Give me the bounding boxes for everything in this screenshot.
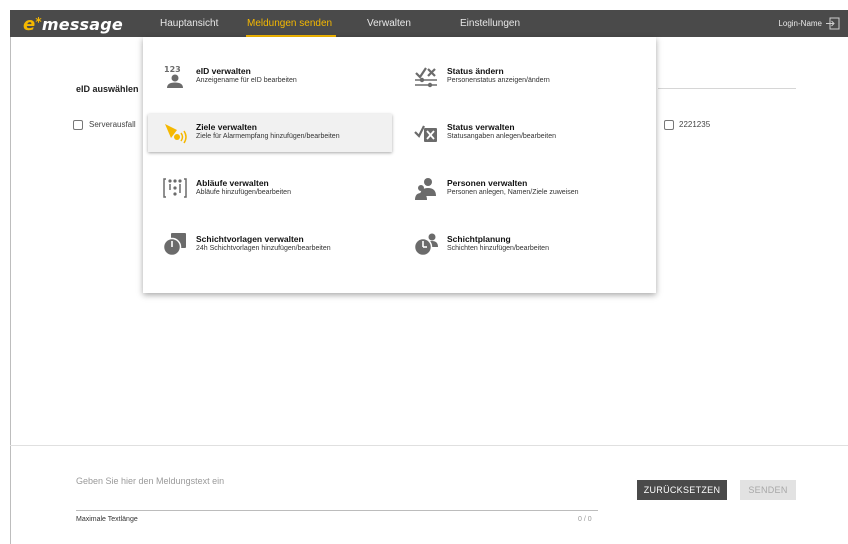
nav-einstellungen[interactable]: Einstellungen — [460, 18, 520, 29]
character-counter: 0 / 0 — [578, 516, 592, 523]
menu-item-title: Abläufe verwalten — [196, 178, 269, 188]
svg-text:123: 123 — [164, 65, 181, 74]
targets-icon — [165, 124, 187, 144]
send-button[interactable]: SENDEN — [740, 480, 796, 500]
compose-divider — [10, 445, 848, 446]
max-length-label: Maximale Textlänge — [76, 516, 138, 523]
nav-meldungen-senden[interactable]: Meldungen senden — [247, 18, 332, 29]
menu-item-subtitle: Anzeigename für eID bearbeiten — [196, 77, 297, 84]
emessage-logo[interactable]: e*message — [23, 14, 123, 35]
shift-planning-icon — [413, 233, 438, 256]
menu-item-title: Status verwalten — [447, 122, 515, 132]
menu-item-subtitle: Statusangaben anlegen/bearbeiten — [447, 133, 556, 140]
workflow-icon — [163, 178, 187, 198]
message-input-underline — [76, 510, 598, 511]
persons-icon — [415, 178, 436, 200]
menu-item-subtitle: 24h Schichtvorlagen hinzufügen/bearbeite… — [196, 245, 331, 252]
menu-item-subtitle: Personenstatus anzeigen/ändern — [447, 77, 550, 84]
menu-item-status-verwalten[interactable]: Status verwalten Statusangaben anlegen/b… — [399, 114, 643, 152]
menu-item-personen-verwalten[interactable]: Personen verwalten Personen anlegen, Nam… — [399, 170, 643, 208]
menu-item-subtitle: Schichten hinzufügen/bearbeiten — [447, 245, 549, 252]
shift-template-icon — [162, 233, 186, 256]
nav-hauptansicht[interactable]: Hauptansicht — [160, 18, 218, 29]
menu-item-subtitle: Personen anlegen, Namen/Ziele zuweisen — [447, 189, 579, 196]
nav-verwalten[interactable]: Verwalten — [367, 18, 411, 29]
menu-item-schichtplanung[interactable]: Schichtplanung Schichten hinzufügen/bear… — [399, 226, 643, 264]
reset-button[interactable]: ZURÜCKSETZEN — [637, 480, 727, 500]
checkbox-label-serverausfall: Serverausfall — [89, 120, 136, 129]
status-change-icon — [415, 67, 437, 88]
message-text-input[interactable] — [76, 472, 596, 490]
eid-icon: 123 — [164, 65, 183, 88]
checkbox-label-2221235: 2221235 — [679, 120, 711, 129]
menu-item-title: eID verwalten — [196, 66, 251, 76]
menu-item-ablaeufe-verwalten[interactable]: Abläufe verwalten Abläufe hinzufügen/bea… — [148, 170, 392, 208]
menu-item-title: Status ändern — [447, 66, 504, 76]
menu-item-schichtvorlagen-verwalten[interactable]: Schichtvorlagen verwalten 24h Schichtvor… — [148, 226, 392, 264]
menu-item-subtitle: Abläufe hinzufügen/bearbeiten — [196, 189, 291, 196]
menu-item-eid-verwalten[interactable]: 123 eID verwalten Anzeigename für eID be… — [148, 58, 392, 96]
top-navigation-bar: e*message Hauptansicht Meldungen senden … — [10, 10, 848, 37]
eid-divider — [658, 88, 796, 89]
menu-item-ziele-verwalten[interactable]: Ziele verwalten Ziele für Alarmempfang h… — [148, 114, 392, 152]
menu-item-title: Personen verwalten — [447, 178, 528, 188]
login-name[interactable]: Login-Name — [778, 19, 822, 28]
eid-select-label: eID auswählen — [76, 84, 139, 94]
checkbox-2221235[interactable] — [664, 120, 674, 130]
menu-item-status-aendern[interactable]: Status ändern Personenstatus anzeigen/än… — [399, 58, 643, 96]
checkbox-serverausfall[interactable] — [73, 120, 83, 130]
menu-item-title: Schichtplanung — [447, 234, 511, 244]
meldungen-dropdown-menu: 123 eID verwalten Anzeigename für eID be… — [143, 37, 656, 293]
menu-item-title: Schichtvorlagen verwalten — [196, 234, 304, 244]
status-manage-icon — [414, 125, 437, 142]
logout-icon[interactable] — [826, 17, 840, 30]
menu-item-title: Ziele verwalten — [196, 122, 257, 132]
menu-item-subtitle: Ziele für Alarmempfang hinzufügen/bearbe… — [196, 133, 340, 140]
